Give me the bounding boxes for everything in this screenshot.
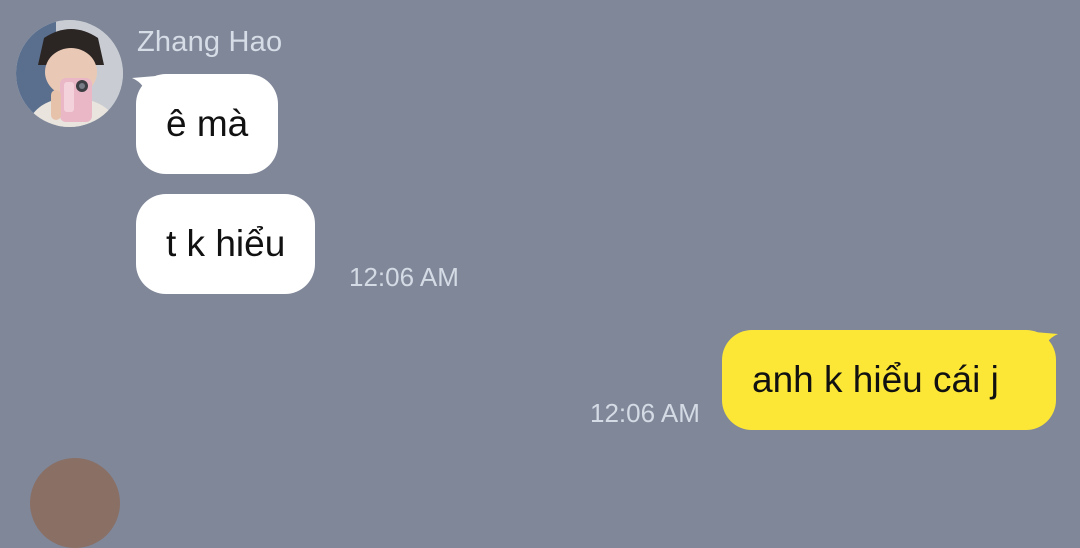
message-text: anh k hiểu cái j <box>752 359 999 400</box>
message-text: ê mà <box>166 103 249 144</box>
incoming-message-bubble[interactable]: ê mà <box>136 74 279 174</box>
avatar-photo-icon <box>16 20 123 127</box>
message-timestamp: 12:06 AM <box>349 262 459 292</box>
message-text: t k hiểu <box>166 223 286 264</box>
next-sender-avatar[interactable] <box>30 458 120 548</box>
message-timestamp: 12:06 AM <box>590 398 700 428</box>
outgoing-message-bubble[interactable]: anh k hiểu cái j <box>722 330 1056 430</box>
sender-name: Zhang Hao <box>137 26 283 58</box>
sender-avatar[interactable] <box>16 20 123 127</box>
chat-area: Zhang Hao ê mà t k hiểu 12:06 AM 12:06 A… <box>0 0 1080 548</box>
incoming-message-bubble[interactable]: t k hiểu <box>136 194 316 294</box>
